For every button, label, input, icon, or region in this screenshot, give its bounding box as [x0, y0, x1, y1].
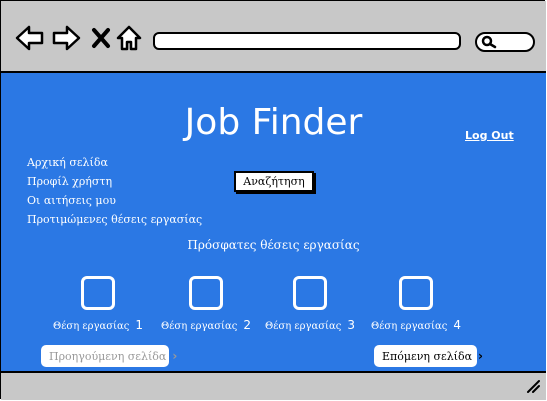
browser-window: Job Finder Log Out Αρχική σελίδα Προφίλ … [0, 0, 546, 400]
menu-item-preferred-jobs[interactable]: Προτιμώμενες θέσεις εργασίας [27, 210, 202, 229]
chevron-right-icon: › [172, 349, 178, 363]
browser-search-field[interactable] [475, 32, 535, 52]
page-content: Job Finder Log Out Αρχική σελίδα Προφίλ … [1, 73, 546, 371]
recent-jobs-heading: Πρόσφατες θέσεις εργασίας [187, 238, 360, 252]
menu-item-home[interactable]: Αρχική σελίδα [27, 153, 202, 172]
next-page-button[interactable]: Επόμενη σελίδα › [374, 345, 483, 367]
search-button[interactable]: Αναζήτηση [234, 171, 314, 192]
job-label: Θέση εργασίας 3 [255, 318, 365, 332]
home-icon[interactable] [114, 23, 144, 53]
resize-grip-icon[interactable] [526, 379, 540, 393]
job-card-3[interactable]: Θέση εργασίας 3 [255, 276, 365, 332]
chevron-right-icon: › [478, 349, 483, 363]
forward-arrow-icon[interactable] [51, 23, 81, 53]
job-number: 1 [135, 318, 143, 332]
job-thumbnail [293, 276, 327, 310]
address-bar[interactable] [153, 32, 461, 50]
job-thumbnail [399, 276, 433, 310]
job-card-1[interactable]: Θέση εργασίας 1 [43, 276, 153, 332]
search-icon [481, 35, 497, 49]
job-card-2[interactable]: Θέση εργασίας 2 [151, 276, 261, 332]
job-number: 4 [453, 318, 461, 332]
job-number: 2 [243, 318, 251, 332]
back-arrow-icon[interactable] [15, 23, 45, 53]
previous-page-label: Προηγούμενη σελίδα [49, 350, 167, 363]
job-label: Θέση εργασίας 2 [151, 318, 261, 332]
logout-link[interactable]: Log Out [465, 129, 514, 142]
side-menu: Αρχική σελίδα Προφίλ χρήστη Οι αιτήσεις … [27, 153, 202, 229]
job-card-4[interactable]: Θέση εργασίας 4 [361, 276, 471, 332]
job-label: Θέση εργασίας 1 [43, 318, 153, 332]
next-page-label: Επόμενη σελίδα [382, 350, 473, 363]
job-label: Θέση εργασίας 4 [361, 318, 471, 332]
job-number: 3 [347, 318, 355, 332]
job-thumbnail [189, 276, 223, 310]
previous-page-button[interactable]: Προηγούμενη σελίδα › [41, 345, 177, 367]
menu-item-my-applications[interactable]: Οι αιτήσεις μου [27, 191, 202, 210]
job-title: Θέση εργασίας [161, 321, 238, 332]
job-thumbnail [81, 276, 115, 310]
menu-item-profile[interactable]: Προφίλ χρήστη [27, 172, 202, 191]
close-icon[interactable] [87, 23, 117, 53]
job-title: Θέση εργασίας [371, 321, 448, 332]
job-title: Θέση εργασίας [265, 321, 342, 332]
status-bar [1, 371, 546, 400]
job-title: Θέση εργασίας [53, 321, 130, 332]
browser-toolbar [1, 1, 546, 73]
